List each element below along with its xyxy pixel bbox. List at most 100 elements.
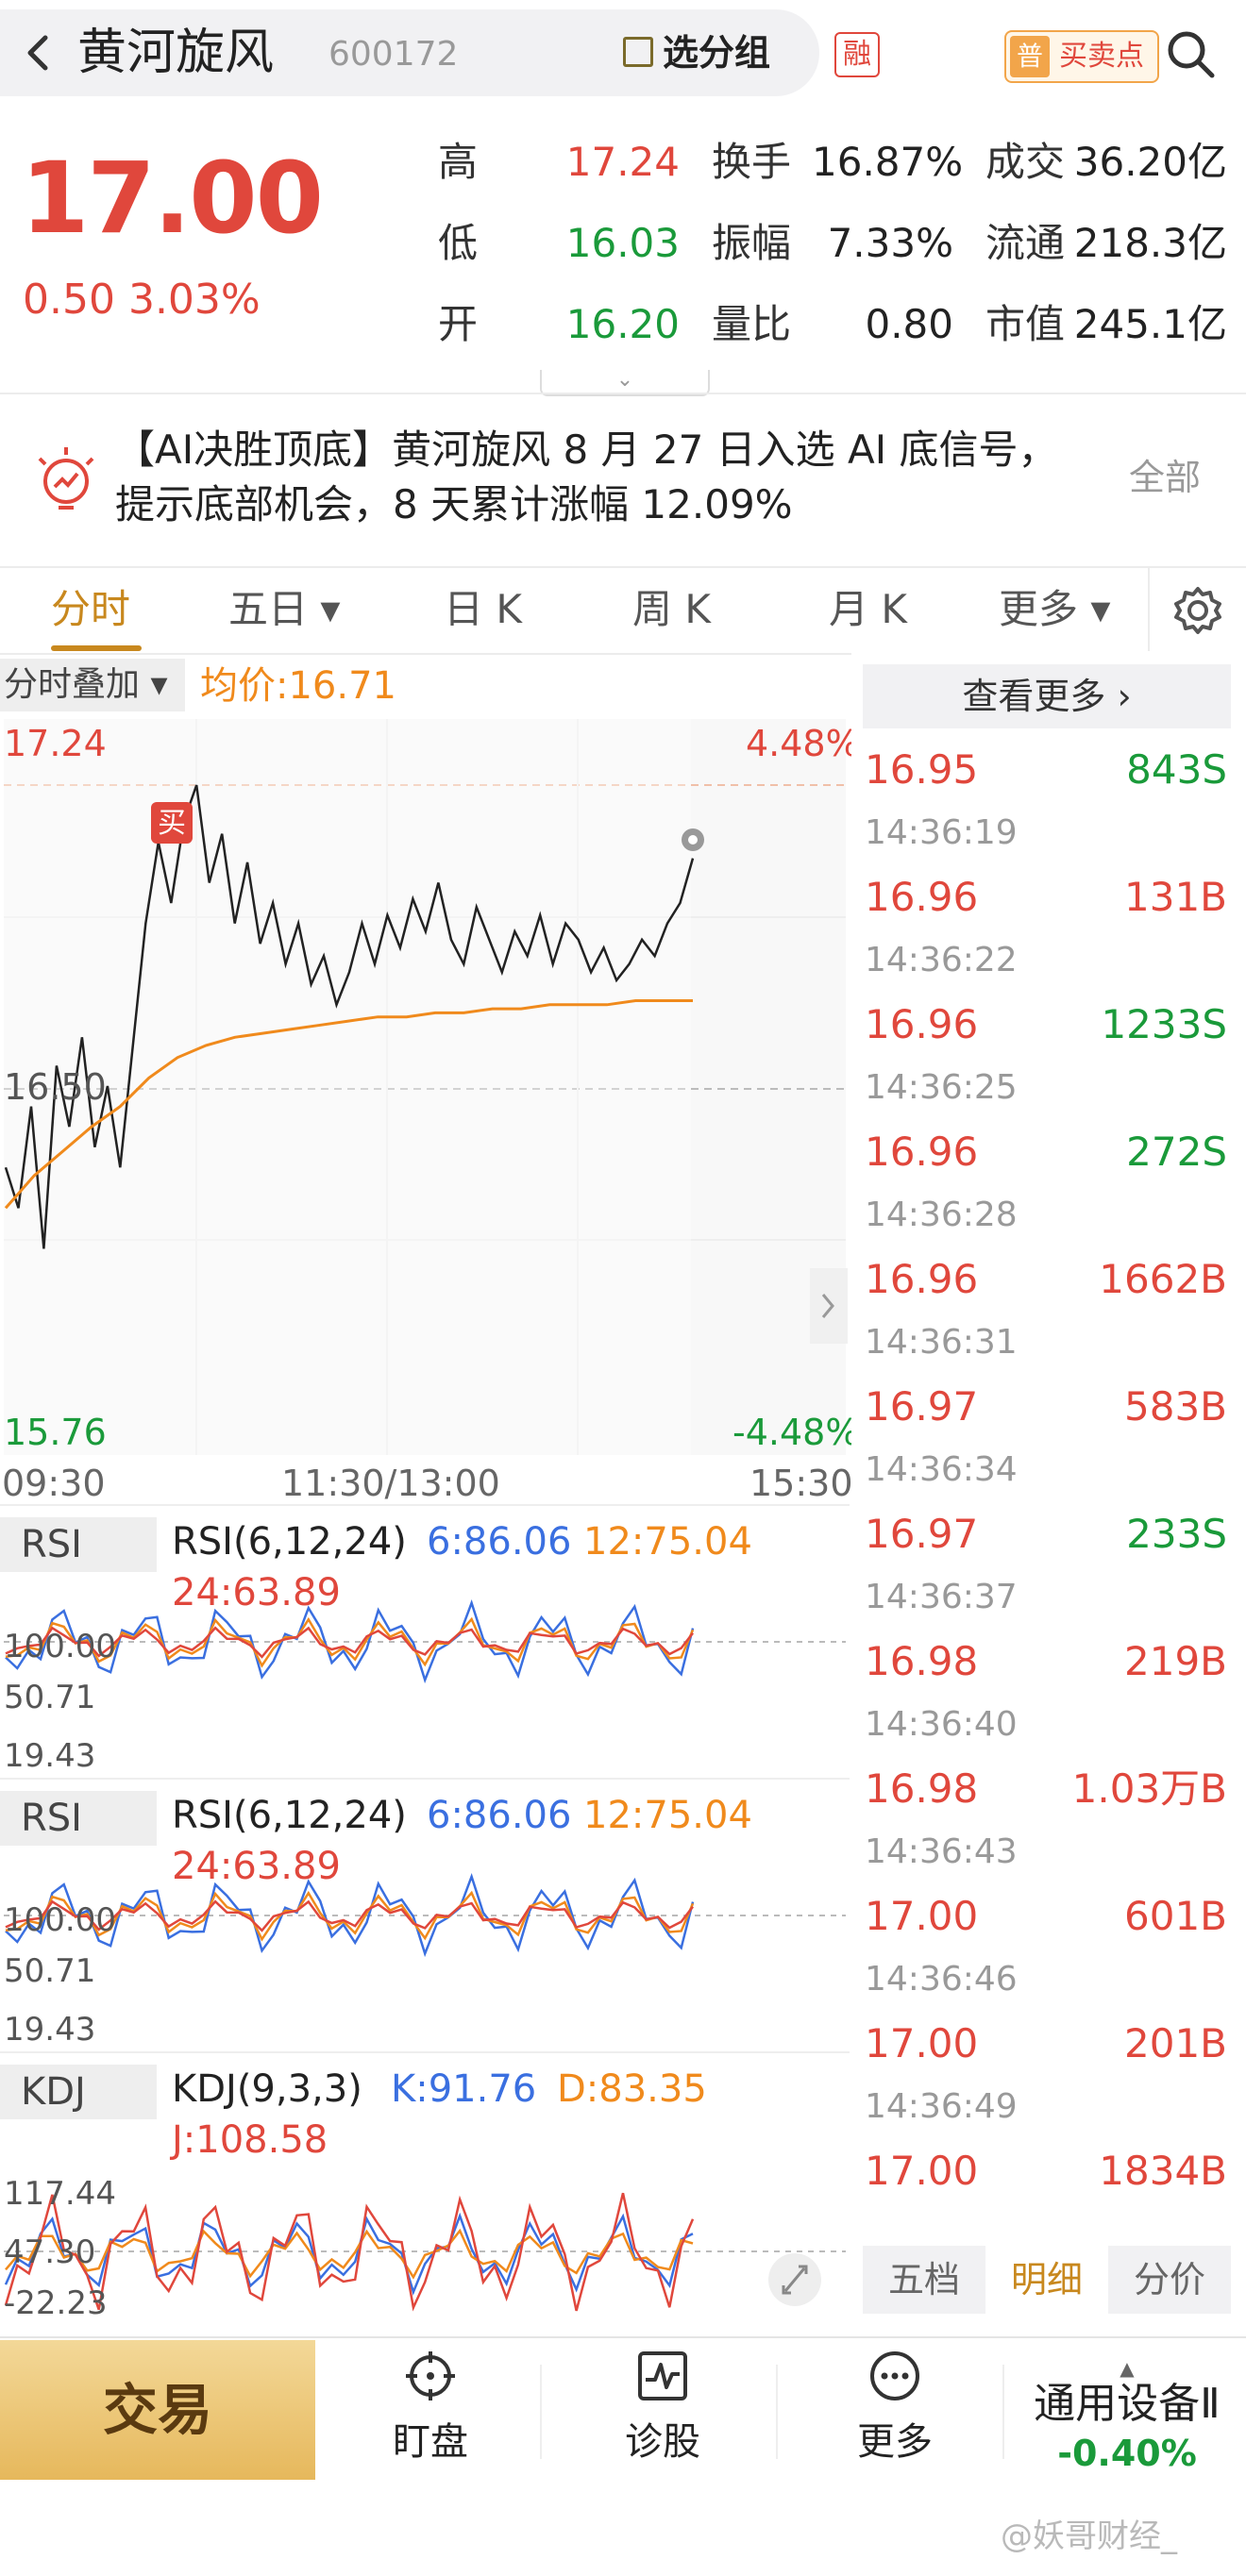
kdj-value-k: K:91.76 bbox=[391, 2067, 537, 2111]
sector-button[interactable]: ▲ 通用设备Ⅱ -0.40% bbox=[1008, 2359, 1246, 2476]
tab-more[interactable]: 更多 ▾ bbox=[999, 581, 1110, 638]
detail-volume: 1233S bbox=[1101, 1001, 1227, 1047]
checkbox-icon bbox=[623, 37, 653, 67]
detail-time: 14:36:25 bbox=[865, 1068, 1018, 1107]
detail-volume: 219B bbox=[1124, 1638, 1227, 1684]
select-group-label: 选分组 bbox=[663, 32, 771, 74]
avg-price-label: 均价:16.71 bbox=[200, 664, 396, 708]
rsi-1-tick-mid: 50.71 bbox=[4, 1679, 96, 1716]
detail-price: 17.00 bbox=[865, 1893, 979, 1939]
tab-price-volume[interactable]: 分价 bbox=[1108, 2246, 1231, 2314]
divider bbox=[540, 2365, 542, 2459]
quote-value-open: 16.20 bbox=[565, 301, 680, 347]
overlay-dropdown[interactable]: 分时叠加 ▾ bbox=[0, 659, 185, 711]
current-point-marker-inner bbox=[688, 835, 698, 845]
rsi-1-value-6: 6:86.06 bbox=[427, 1520, 572, 1564]
quote-value-high: 17.24 bbox=[565, 139, 680, 185]
quote-value-low: 16.03 bbox=[565, 220, 680, 266]
chart-tabs: 分时 五日 ▾ 日 K 周 K 月 K 更多 ▾ bbox=[0, 566, 1246, 655]
buy-sell-point-button[interactable]: 普 买卖点 bbox=[1004, 30, 1159, 83]
detail-volume: 601B bbox=[1124, 1893, 1227, 1939]
trade-button[interactable]: 交易 bbox=[0, 2340, 315, 2480]
high-pct-axis-label: 4.48% bbox=[746, 723, 860, 764]
gear-icon[interactable] bbox=[1170, 583, 1225, 638]
quote-value-amount: 36.20亿 bbox=[1073, 139, 1227, 185]
tab-month-k[interactable]: 月 K bbox=[829, 581, 907, 638]
rsi-2-tick-low: 19.43 bbox=[4, 2011, 96, 2049]
sector-change: -0.40% bbox=[1057, 2433, 1197, 2474]
divider bbox=[0, 2051, 850, 2053]
detail-price: 16.95 bbox=[865, 746, 979, 793]
detail-volume: 201B bbox=[1124, 2020, 1227, 2066]
quote-value-market-cap: 245.1亿 bbox=[1073, 301, 1227, 347]
low-pct-axis-label: -4.48% bbox=[732, 1412, 860, 1453]
detail-price: 16.96 bbox=[865, 1001, 979, 1047]
detail-tabs: 五档 明细 分价 bbox=[863, 2246, 1231, 2314]
diagnose-button[interactable]: 诊股 bbox=[568, 2350, 757, 2472]
detail-price: 16.98 bbox=[865, 1638, 979, 1684]
kdj-tick-high: 117.44 bbox=[4, 2175, 116, 2213]
rsi-1-params: RSI(6,12,24) bbox=[172, 1520, 407, 1564]
rsi-1-value-24: 24:63.89 bbox=[172, 1571, 341, 1614]
high-price-axis-label: 17.24 bbox=[4, 723, 107, 764]
detail-time: 14:36:19 bbox=[865, 813, 1018, 852]
divider bbox=[776, 2365, 778, 2459]
tab-intraday[interactable]: 分时 bbox=[51, 581, 130, 638]
quote-label-open: 开 bbox=[438, 301, 479, 347]
watch-button[interactable]: 盯盘 bbox=[336, 2350, 525, 2472]
detail-time: 14:36:40 bbox=[865, 1705, 1018, 1744]
margin-badge[interactable]: 融 bbox=[834, 32, 880, 77]
rsi-2-tick-high: 100.00 bbox=[4, 1901, 116, 1939]
rsi-2-value-24: 24:63.89 bbox=[172, 1845, 341, 1888]
indicator-select-rsi-2[interactable]: RSI bbox=[0, 1791, 157, 1846]
detail-time: 14:36:34 bbox=[865, 1450, 1018, 1489]
time-end-label: 15:30 bbox=[749, 1463, 853, 1504]
detail-volume: 843S bbox=[1126, 746, 1227, 793]
rsi-2-tick-mid: 50.71 bbox=[4, 1952, 96, 1990]
detail-time: 14:36:28 bbox=[865, 1196, 1018, 1234]
tab-week-k[interactable]: 周 K bbox=[632, 581, 711, 638]
view-more-button[interactable]: 查看更多 › bbox=[863, 664, 1231, 728]
indicator-select-kdj[interactable]: KDJ bbox=[0, 2065, 157, 2119]
stock-name: 黄河旋风 bbox=[77, 25, 275, 81]
tab-five-day[interactable]: 五日 ▾ bbox=[228, 581, 340, 638]
current-price: 17.00 bbox=[21, 141, 324, 256]
chart-expand-handle[interactable] bbox=[810, 1268, 848, 1344]
tab-order-book[interactable]: 五档 bbox=[863, 2246, 985, 2314]
detail-volume: 1834B bbox=[1099, 2148, 1227, 2194]
quote-label-float: 流通 bbox=[985, 220, 1066, 266]
stock-code: 600172 bbox=[328, 35, 459, 74]
quote-value-volume-ratio: 0.80 bbox=[865, 301, 953, 347]
detail-price: 16.97 bbox=[865, 1383, 979, 1430]
divider bbox=[0, 1778, 850, 1780]
kdj-params: KDJ(9,3,3) bbox=[172, 2067, 362, 2111]
tab-day-k[interactable]: 日 K bbox=[444, 581, 522, 638]
indicator-select-rsi-1[interactable]: RSI bbox=[0, 1517, 157, 1572]
more-button[interactable]: 更多 bbox=[800, 2350, 989, 2472]
ai-news-text[interactable]: 【AI决胜顶底】黄河旋风 8 月 27 日入选 AI 底信号，提示底部机会，8 … bbox=[115, 423, 1097, 532]
kdj-tick-mid: 47.30 bbox=[4, 2233, 96, 2271]
quote-value-float: 218.3亿 bbox=[1073, 220, 1227, 266]
pu-badge: 普 bbox=[1010, 36, 1050, 77]
chevron-left-icon[interactable] bbox=[17, 25, 62, 81]
kdj-tick-low: -22.23 bbox=[4, 2284, 108, 2322]
rsi-1-value-12: 12:75.04 bbox=[583, 1520, 752, 1564]
kdj-value-j: J:108.58 bbox=[172, 2118, 328, 2162]
search-icon[interactable] bbox=[1163, 26, 1220, 83]
tab-detail[interactable]: 明细 bbox=[985, 2246, 1108, 2314]
divider bbox=[0, 393, 1246, 394]
news-all-link[interactable]: 全部 bbox=[1129, 453, 1201, 502]
time-start-label: 09:30 bbox=[2, 1463, 106, 1504]
indicator-panel-rsi-2 bbox=[4, 1872, 846, 1958]
detail-time: 14:36:49 bbox=[865, 2087, 1018, 2126]
lightbulb-icon bbox=[28, 442, 104, 517]
rsi-2-value-6: 6:86.06 bbox=[427, 1794, 572, 1837]
quote-label-turnover: 换手 bbox=[712, 139, 792, 185]
detail-volume: 131B bbox=[1124, 874, 1227, 920]
indicator-panel-rsi-1 bbox=[4, 1598, 846, 1684]
crosshair-icon bbox=[406, 2351, 455, 2400]
select-group-button[interactable]: 选分组 bbox=[623, 28, 770, 77]
watermark: @妖哥财经_ bbox=[1001, 2517, 1177, 2555]
quote-value-turnover: 16.87% bbox=[812, 139, 964, 185]
pulse-chart-icon bbox=[638, 2351, 687, 2400]
